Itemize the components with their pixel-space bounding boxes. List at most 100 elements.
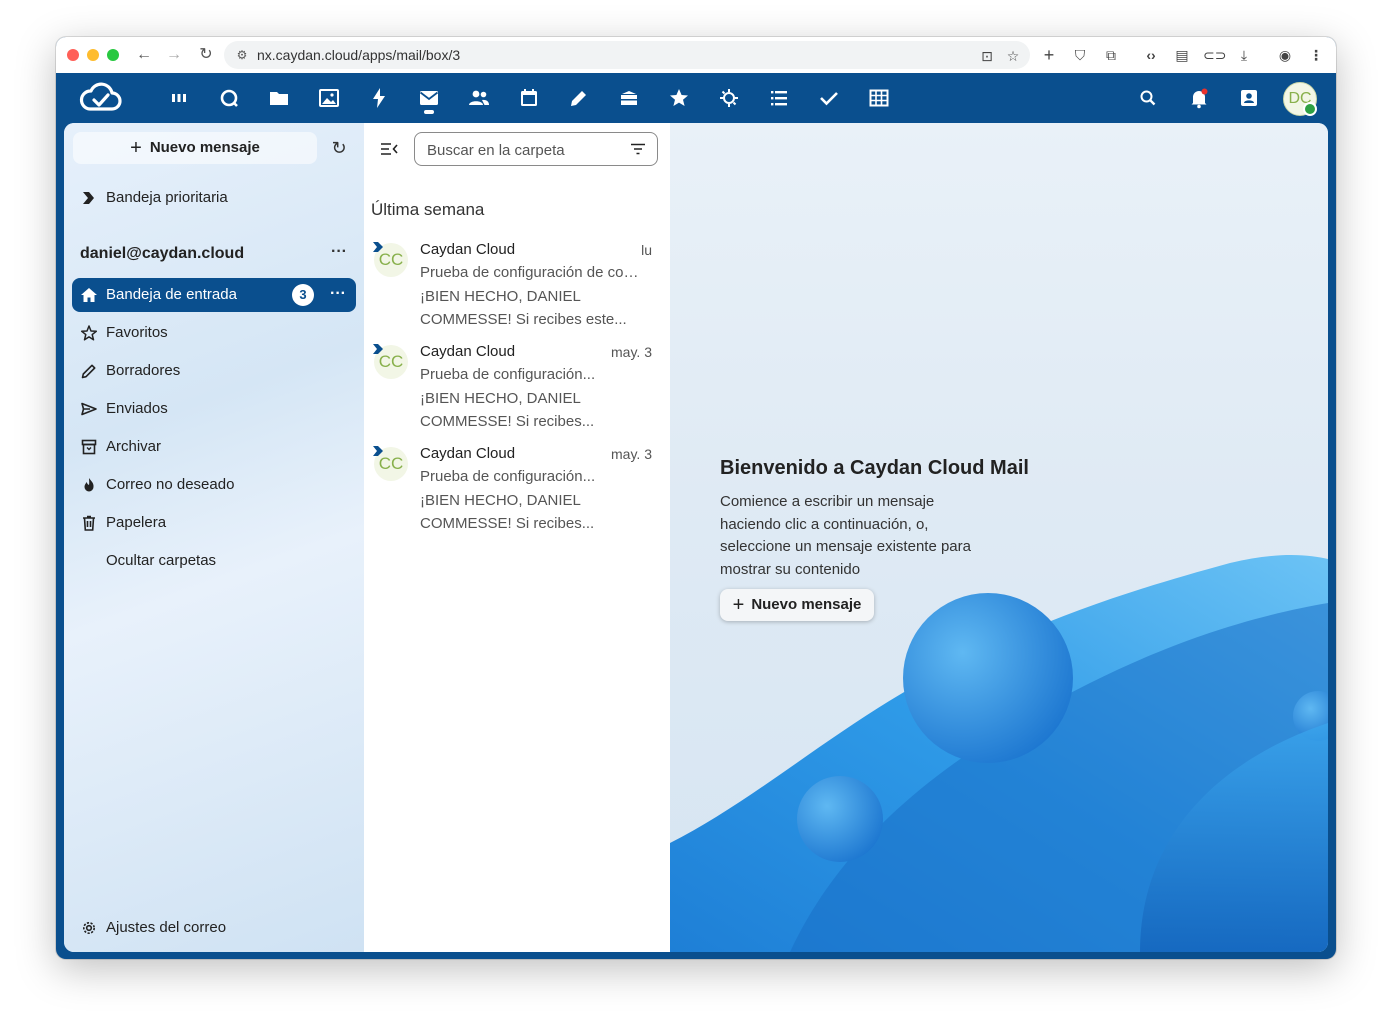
notes-icon[interactable] [567,86,591,110]
browser-menu-icon[interactable]: ⋮ [1306,45,1326,65]
account-email: daniel@caydan.cloud [80,245,245,262]
forward-icon[interactable]: → [163,44,185,66]
code-icon[interactable]: ‹› [1141,45,1161,65]
message-preview: ¡BIEN HECHO, DANIEL COMMESSE! Si recibes… [420,288,627,328]
pencil-icon [80,362,98,380]
search-icon[interactable] [1136,86,1160,110]
contacts-icon[interactable] [467,86,491,110]
minimize-window-button[interactable] [87,49,99,61]
star-icon [80,324,98,342]
bookmark-star-icon[interactable]: ☆ [1004,47,1022,65]
important-flag-icon [373,446,383,456]
download-icon[interactable]: ⤓ [1234,45,1254,65]
search-input[interactable] [425,138,619,162]
install-app-icon[interactable]: ⊡ [978,47,996,65]
spreed-icon[interactable] [717,86,741,110]
sidebar-item-label: Borradores [106,362,181,379]
talk-icon[interactable] [217,86,241,110]
favorites-icon[interactable] [667,86,691,110]
sidebar-item-label: Correo no deseado [106,476,235,493]
app-header: DC [56,73,1336,123]
important-flag-icon [373,242,383,252]
gear-icon [80,919,98,937]
home-icon [80,286,98,304]
browser-toolbar: ← → ↻ ⚙ nx.caydan.cloud/apps/mail/box/3 … [56,37,1336,74]
back-icon[interactable]: ← [133,44,155,66]
browser-window: ← → ↻ ⚙ nx.caydan.cloud/apps/mail/box/3 … [56,37,1336,959]
maximize-window-button[interactable] [107,49,119,61]
contacts-menu-icon[interactable] [1237,86,1261,110]
shield-extension-icon[interactable]: ⛉ [1070,45,1090,65]
calendar-icon[interactable] [517,86,541,110]
app-content: + Nuevo mensaje ↻ Bandeja prioritaria dan… [64,123,1328,952]
new-message-label: Nuevo mensaje [149,139,260,156]
sidebar-item-label: Favoritos [106,324,168,341]
sidebar-item-label: Archivar [106,438,162,455]
folder-search[interactable] [414,132,658,166]
settings-label: Ajustes del correo [106,919,227,936]
puzzle-extension-icon[interactable]: ⧉ [1101,45,1121,65]
photos-icon[interactable] [317,86,341,110]
sidebar-item-label: Bandeja prioritaria [106,189,228,206]
checks-icon[interactable] [817,86,841,110]
welcome-text: Comience a escribir un mensaje haciendo … [720,493,971,578]
notifications-bell-icon[interactable] [1187,86,1211,110]
mail-icon[interactable] [417,86,441,110]
sidebar-item-label: Enviados [106,400,168,417]
inbox-more-icon[interactable]: ··· [328,285,348,305]
cloud-logo-icon[interactable] [78,81,124,115]
priority-icon [80,189,98,207]
welcome-pane: Bienvenido a Caydan Cloud Mail Comience … [670,123,1328,952]
account-more-icon[interactable]: ··· [328,243,350,263]
message-preview: ¡BIEN HECHO, DANIEL COMMESSE! Si recibes… [420,390,595,430]
site-settings-icon[interactable]: ⚙ [234,47,250,63]
trash-icon [80,514,98,532]
unread-count-badge: 3 [292,284,314,306]
sidebar-item-label: Bandeja de entrada [106,286,237,303]
sender-name: Caydan Cloud [420,241,516,258]
new-tab-icon[interactable]: + [1039,45,1059,65]
sidebar-item-label: Papelera [106,514,167,531]
message-subject: Prueba de configuración de correo [420,264,640,281]
send-icon [80,400,98,418]
sidebar-item-sent[interactable]: Enviados [72,392,356,426]
sidebar-item-hide-folders[interactable]: Ocultar carpetas [72,544,356,578]
collapse-list-icon[interactable] [378,138,400,160]
plus-icon: + [732,594,745,616]
new-message-button[interactable]: + Nuevo mensaje [73,132,317,164]
message-subject: Prueba de configuración... [420,468,596,485]
message-date: may. 3 [611,446,652,462]
sidebar-item-inbox[interactable]: Bandeja de entrada 3 ··· [72,278,356,312]
side-panel-icon[interactable]: ▤ [1172,45,1192,65]
sidebar-item-junk[interactable]: Correo no deseado [72,468,356,502]
activity-icon[interactable] [367,86,391,110]
sidebar-item-favorites[interactable]: Favoritos [72,316,356,350]
welcome-button-label: Nuevo mensaje [751,596,862,613]
sidebar-item-trash[interactable]: Papelera [72,506,356,540]
message-preview: ¡BIEN HECHO, DANIEL COMMESSE! Si recibes… [420,492,595,532]
sidebar-item-priority-inbox[interactable]: Bandeja prioritaria [72,181,356,215]
list-item[interactable]: CC Caydan Cloud lu Prueba de configuraci… [364,235,670,335]
close-window-button[interactable] [67,49,79,61]
tables-icon[interactable] [867,86,891,110]
profile-icon[interactable]: ◉ [1275,45,1295,65]
refresh-icon[interactable]: ↻ [328,137,350,159]
link-icon[interactable]: ⊂⊃ [1203,45,1226,65]
sidebar-item-archive[interactable]: Archivar [72,430,356,464]
reload-icon[interactable]: ↻ [195,44,217,66]
welcome-new-message-button[interactable]: + Nuevo mensaje [720,589,874,621]
list-item[interactable]: CC Caydan Cloud may. 3 Prueba de configu… [364,337,670,437]
files-icon[interactable] [267,86,291,110]
filter-icon[interactable] [629,140,647,158]
deck-icon[interactable] [617,86,641,110]
address-bar[interactable]: ⚙ nx.caydan.cloud/apps/mail/box/3 ⊡ ☆ [224,41,1030,69]
group-title: Última semana [371,200,485,219]
plus-icon: + [130,137,142,159]
list-item[interactable]: CC Caydan Cloud may. 3 Prueba de configu… [364,439,670,539]
dashboard-icon[interactable] [167,86,191,110]
welcome-title: Bienvenido a Caydan Cloud Mail [720,457,1029,479]
mail-settings-button[interactable]: Ajustes del correo [72,911,356,945]
sidebar-item-drafts[interactable]: Borradores [72,354,356,388]
archive-icon [80,438,98,456]
tasks-icon[interactable] [767,86,791,110]
